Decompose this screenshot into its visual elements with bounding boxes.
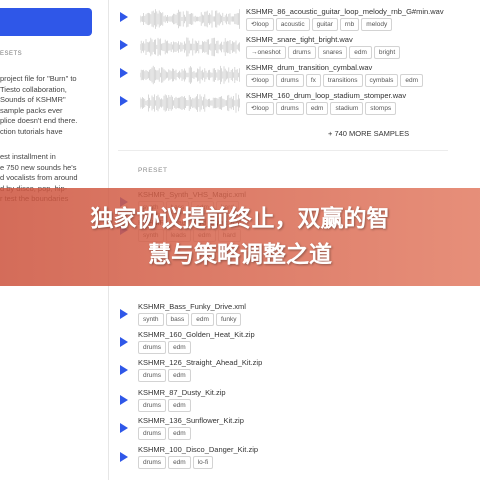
play-icon[interactable]	[120, 365, 128, 375]
pack-description: project file for "Burn" to Tiesto collab…	[0, 74, 78, 136]
tag[interactable]: edm	[168, 369, 191, 382]
headline-banner: 独家协议提前终止，双赢的智 慧与策略调整之道	[0, 188, 480, 286]
preset-filename[interactable]: KSHMR_Bass_Funky_Drive.xml	[138, 302, 246, 311]
tag[interactable]: edm	[400, 74, 423, 87]
tag-list: drums edm	[138, 427, 191, 440]
banner-line-2: 慧与策略调整之道	[148, 242, 332, 268]
sample-row[interactable]: KSHMR_86_acoustic_guitar_loop_melody_rnb…	[118, 6, 444, 34]
tag[interactable]: fx	[305, 74, 321, 87]
tag[interactable]: edm	[349, 46, 372, 59]
tag[interactable]: drums	[138, 399, 167, 412]
tag[interactable]: transitions	[322, 74, 363, 87]
tag[interactable]: edm	[305, 102, 329, 115]
play-icon[interactable]	[120, 423, 128, 433]
tag[interactable]: drums	[275, 74, 304, 87]
play-icon[interactable]	[120, 395, 128, 405]
sample-row[interactable]: KSHMR_drum_transition_cymbal.wav ⟲loop dru…	[118, 62, 438, 90]
tag[interactable]: drums	[138, 369, 167, 382]
tag[interactable]: stadium	[330, 102, 364, 115]
play-icon[interactable]	[120, 40, 128, 50]
tag[interactable]: bright	[373, 46, 401, 59]
tag[interactable]: drums	[138, 456, 167, 469]
presets-label: ESETS	[0, 51, 23, 57]
tag[interactable]: ⟲loop	[246, 74, 274, 87]
tag[interactable]: guitar	[311, 18, 338, 31]
tag[interactable]: lo-fi	[192, 456, 214, 469]
tag[interactable]: edm	[168, 341, 191, 354]
tag-list: ⟲loop acoustic guitar rnb melody	[246, 18, 393, 31]
tag[interactable]: bass	[165, 313, 190, 326]
tag-list: synth bass edm funky	[138, 313, 242, 326]
play-icon[interactable]	[120, 452, 128, 462]
tag[interactable]: drums	[275, 102, 304, 115]
preset-filename[interactable]: KSHMR_136_Sunflower_Kit.zip	[138, 416, 244, 425]
tag[interactable]: →oneshot	[246, 46, 286, 59]
preset-row[interactable]: KSHMR_160_Golden_Heat_Kit.zip drums edm	[118, 328, 448, 356]
tag[interactable]: cymbals	[364, 74, 399, 87]
play-icon[interactable]	[120, 337, 128, 347]
tag[interactable]: rnb	[339, 18, 360, 31]
download-button[interactable]	[0, 8, 92, 36]
play-icon[interactable]	[120, 309, 128, 319]
more-samples-link[interactable]: + 740 MORE SAMPLES	[328, 129, 409, 138]
tag[interactable]: funky	[215, 313, 242, 326]
banner-title: 独家协议提前终止，双赢的智 慧与策略调整之道	[0, 188, 480, 286]
sample-row[interactable]: KSHMR_snare_tight_bright.wav →oneshot drum…	[118, 34, 438, 62]
banner-line-1: 独家协议提前终止，双赢的智	[90, 206, 390, 232]
tag[interactable]: ⟲loop	[246, 102, 274, 115]
preset-row[interactable]: KSHMR_136_Sunflower_Kit.zip drums edm	[118, 414, 448, 442]
tag[interactable]: drums	[287, 46, 316, 59]
tag[interactable]: synth	[138, 313, 164, 326]
tag[interactable]: edm	[168, 399, 191, 412]
play-icon[interactable]	[120, 12, 128, 22]
play-icon[interactable]	[120, 96, 128, 106]
tag[interactable]: drums	[138, 341, 167, 354]
tag-list: ⟲loop drums fx transitions cymbals edm	[246, 74, 423, 87]
play-icon[interactable]	[120, 68, 128, 78]
tag[interactable]: edm	[168, 427, 191, 440]
sample-row[interactable]: KSHMR_160_drum_loop_stadium_stomper.wav ⟲…	[118, 90, 438, 118]
tag[interactable]: drums	[138, 427, 167, 440]
preset-filename[interactable]: KSHMR_100_Disco_Danger_Kit.zip	[138, 445, 258, 454]
tag-list: →oneshot drums snares edm bright	[246, 46, 401, 59]
tag[interactable]: snares	[317, 46, 348, 59]
sample-filename[interactable]: KSHMR_86_acoustic_guitar_loop_melody_rnb…	[246, 7, 444, 16]
preset-row[interactable]: KSHMR_126_Straight_Ahead_Kit.zip drums edm	[118, 356, 448, 384]
preset-row[interactable]: KSHMR_87_Dusty_Kit.zip drums edm	[118, 386, 448, 414]
tag-list: drums edm	[138, 369, 191, 382]
tag[interactable]: edm	[168, 456, 191, 469]
preset-header: PRESET	[138, 167, 168, 174]
tag[interactable]: melody	[361, 18, 393, 31]
preset-filename[interactable]: KSHMR_126_Straight_Ahead_Kit.zip	[138, 358, 262, 367]
preset-row[interactable]: KSHMR_100_Disco_Danger_Kit.zip drums edm lo…	[118, 443, 448, 471]
tag-list: drums edm lo-fi	[138, 456, 214, 469]
tag[interactable]: ⟲loop	[246, 18, 274, 31]
tag[interactable]: acoustic	[275, 18, 310, 31]
tag-list: ⟲loop drums edm stadium stomps	[246, 102, 397, 115]
tag-list: drums edm	[138, 399, 191, 412]
tag[interactable]: edm	[191, 313, 214, 326]
tag[interactable]: stomps	[365, 102, 397, 115]
preset-filename[interactable]: KSHMR_160_Golden_Heat_Kit.zip	[138, 330, 255, 339]
sample-filename[interactable]: KSHMR_drum_transition_cymbal.wav	[246, 63, 372, 72]
section-divider	[118, 150, 448, 151]
preset-row[interactable]: KSHMR_Bass_Funky_Drive.xml synth bass edm fu…	[118, 300, 448, 328]
tag-list: drums edm	[138, 341, 191, 354]
sample-filename[interactable]: KSHMR_160_drum_loop_stadium_stomper.wav	[246, 91, 406, 100]
sample-filename[interactable]: KSHMR_snare_tight_bright.wav	[246, 35, 353, 44]
preset-filename[interactable]: KSHMR_87_Dusty_Kit.zip	[138, 388, 226, 397]
